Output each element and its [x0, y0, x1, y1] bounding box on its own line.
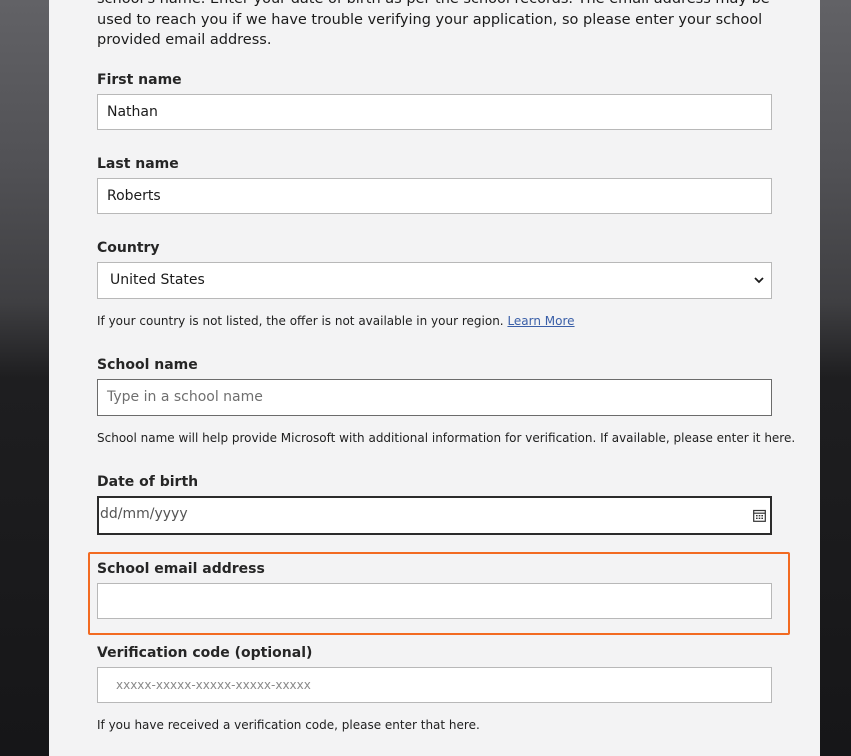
learn-more-link[interactable]: Learn More	[507, 314, 574, 328]
first-name-field[interactable]: Nathan	[97, 94, 772, 130]
school-email-input[interactable]	[97, 583, 772, 619]
calendar-icon[interactable]	[753, 509, 766, 522]
school-name-placeholder: Type in a school name	[107, 389, 263, 405]
verification-form-panel: school's name. Enter your date of birth …	[49, 0, 820, 756]
school-email-label: School email address	[97, 561, 265, 577]
verification-code-label: Verification code (optional)	[97, 645, 313, 661]
school-name-note: School name will help provide Microsoft …	[97, 431, 796, 445]
intro-text: school's name. Enter your date of birth …	[97, 0, 770, 48]
country-select[interactable]: United States	[97, 262, 772, 299]
last-name-label: Last name	[97, 156, 179, 172]
verification-code-note: If you have received a verification code…	[97, 718, 480, 732]
date-of-birth-placeholder: dd/mm/yyyy	[100, 506, 188, 522]
school-name-input[interactable]: Type in a school name	[97, 379, 772, 416]
background-left	[0, 0, 49, 756]
verification-code-input[interactable]: xxxxx-xxxxx-xxxxx-xxxxx-xxxxx	[97, 667, 772, 703]
country-note-text: If your country is not listed, the offer…	[97, 314, 504, 328]
country-selected-value: United States	[110, 272, 205, 288]
chevron-down-icon	[754, 277, 764, 284]
country-note: If your country is not listed, the offer…	[97, 314, 575, 328]
verification-code-placeholder: xxxxx-xxxxx-xxxxx-xxxxx-xxxxx	[116, 678, 311, 692]
country-label: Country	[97, 240, 160, 256]
last-name-field[interactable]: Roberts	[97, 178, 772, 214]
first-name-label: First name	[97, 72, 182, 88]
background-right	[820, 0, 851, 756]
date-of-birth-input[interactable]: dd/mm/yyyy	[97, 496, 772, 535]
date-of-birth-label: Date of birth	[97, 474, 199, 490]
school-name-label: School name	[97, 357, 198, 373]
